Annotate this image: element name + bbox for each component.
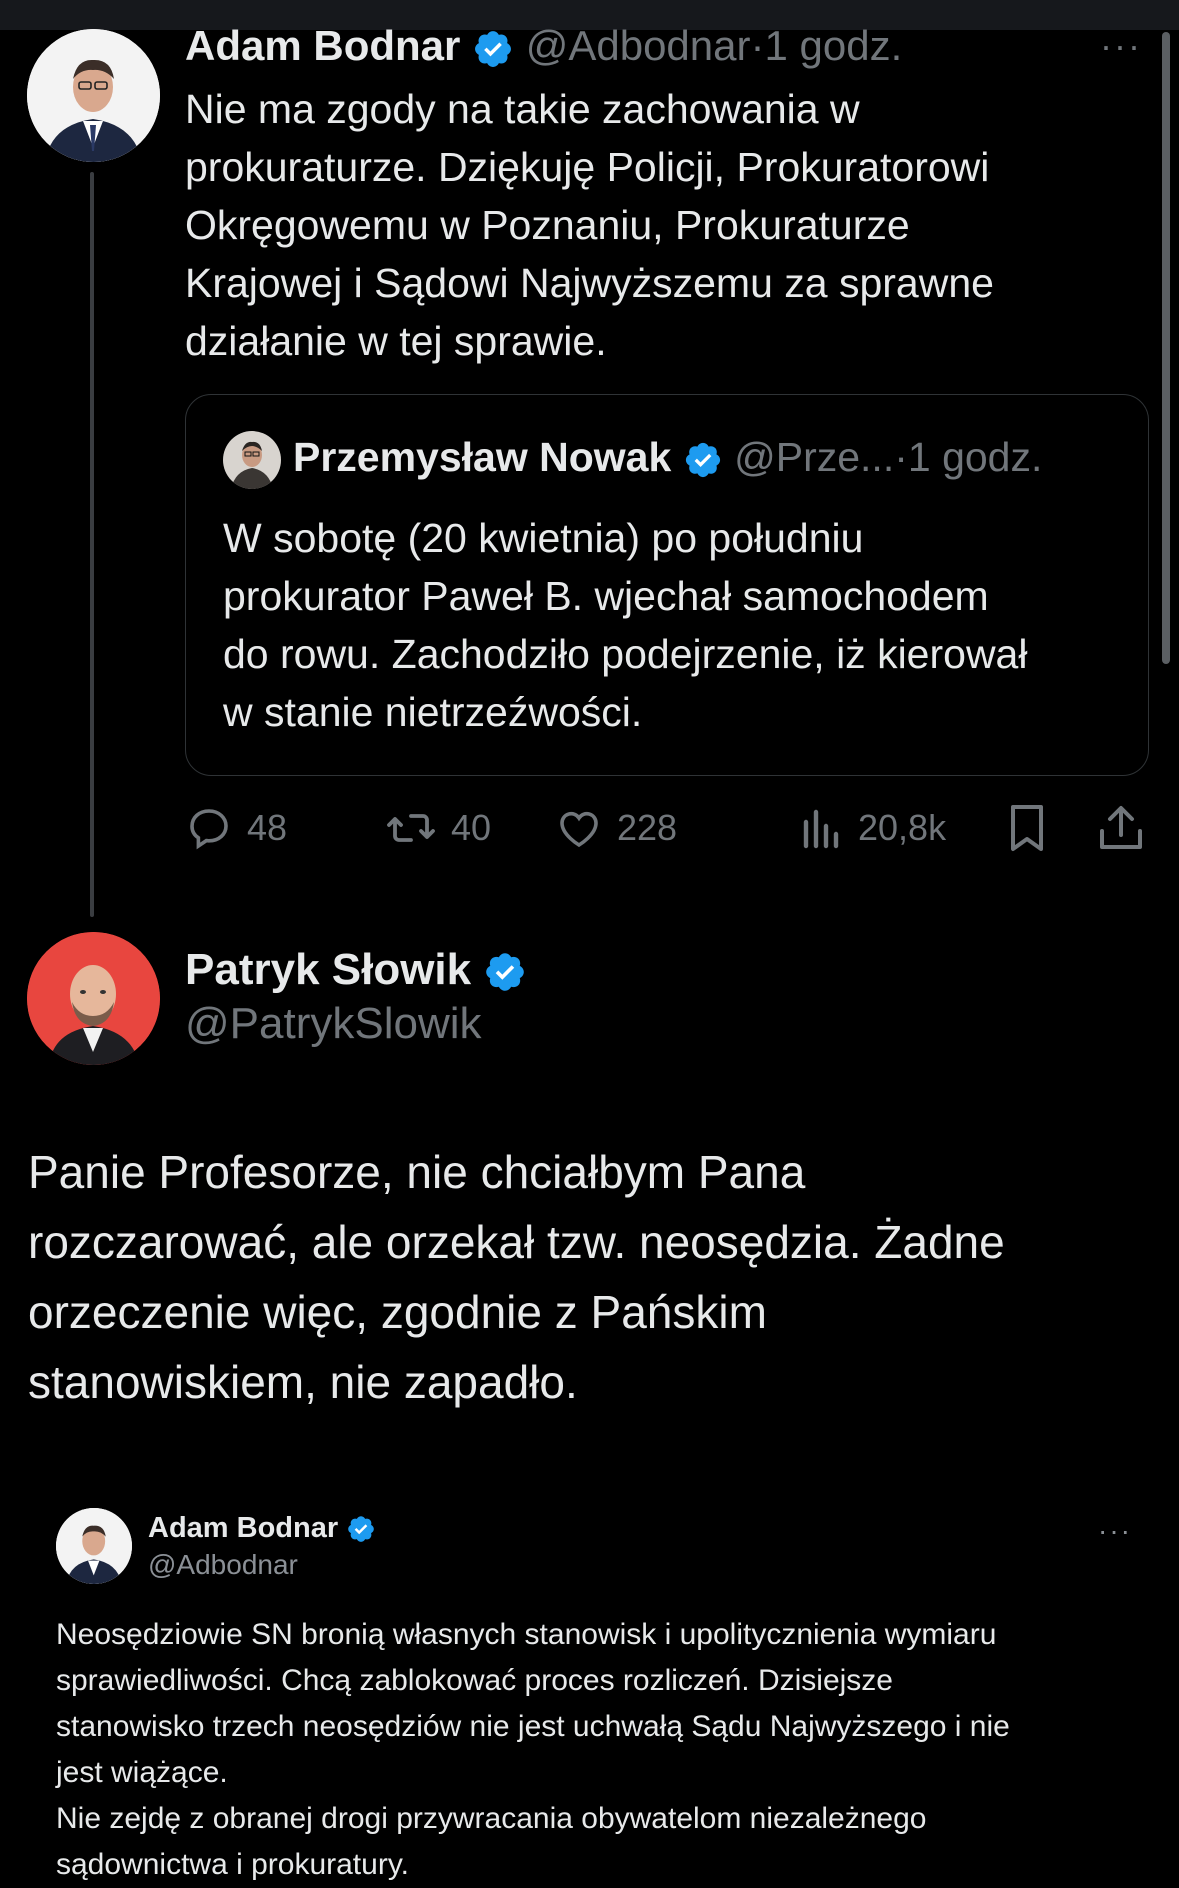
tweet-text: Panie Profesorze, nie chciałbym Pana roz… (28, 1146, 1005, 1408)
quoted-tweet[interactable]: Przemysław Nowak @Prze...·1 godz. W sobo… (185, 394, 1149, 776)
tweet-header: Patryk Słowik (185, 943, 527, 997)
quote-avatar (223, 431, 281, 490)
author-handle[interactable]: @Adbodnar (526, 22, 751, 69)
bookmark-icon (1011, 805, 1043, 851)
reply-button[interactable]: 48 (185, 800, 287, 856)
share-icon (1100, 806, 1142, 849)
verified-badge-icon (475, 30, 511, 67)
scrollbar[interactable] (1162, 32, 1170, 664)
share-button[interactable] (1098, 800, 1158, 856)
more-options-icon: ··· (1098, 1515, 1132, 1546)
quote-author-handle[interactable]: @Prze... (734, 434, 894, 480)
more-options-icon[interactable]: ··· (1100, 28, 1142, 64)
author-name[interactable]: Adam Bodnar (185, 22, 460, 69)
retweet-button[interactable]: 40 (385, 800, 491, 856)
retweet-icon (387, 814, 435, 842)
like-count: 228 (617, 807, 678, 848)
author-name[interactable]: Patryk Słowik (185, 945, 471, 994)
views-icon (803, 809, 839, 849)
verified-badge-icon (685, 443, 720, 478)
verified-badge-icon (486, 953, 525, 992)
quote-text: W sobotę (20 kwietnia) po południu proku… (223, 515, 1028, 735)
timestamp[interactable]: ·1 godz. (751, 22, 903, 69)
embedded-header: Adam Bodnar (148, 1509, 376, 1547)
reply-icon (190, 809, 228, 850)
heart-icon (560, 811, 598, 848)
avatar[interactable] (27, 932, 160, 1065)
quote-header: Przemysław Nowak @Prze...·1 godz. (223, 431, 1042, 490)
verified-badge-icon (348, 1516, 375, 1543)
embedded-tweet-text: Neosędziowie SN bronią własnych stanowis… (56, 1618, 1010, 1881)
embedded-author-name: Adam Bodnar (148, 1512, 339, 1544)
bookmark-button[interactable] (1005, 800, 1063, 856)
reply-count: 48 (247, 807, 288, 848)
tweet-text: Nie ma zgody na takie zachowania w proku… (185, 86, 994, 364)
views-button[interactable]: 20,8k (800, 800, 946, 856)
like-button[interactable]: 228 (555, 800, 677, 856)
author-handle[interactable]: @PatrykSlowik (185, 997, 482, 1051)
retweet-count: 40 (451, 807, 492, 848)
quote-timestamp[interactable]: ·1 godz. (894, 434, 1042, 480)
views-count: 20,8k (858, 807, 947, 848)
quote-author-name[interactable]: Przemysław Nowak (293, 434, 671, 480)
embedded-author-handle: @Adbodnar (148, 1549, 298, 1580)
action-bar: 48 40 228 20,8k (185, 800, 1145, 856)
embedded-avatar (56, 1508, 132, 1584)
thread-line (90, 172, 94, 917)
tweet-header: Adam Bodnar @Adbodnar·1 godz. (185, 20, 902, 72)
avatar[interactable] (27, 29, 160, 162)
